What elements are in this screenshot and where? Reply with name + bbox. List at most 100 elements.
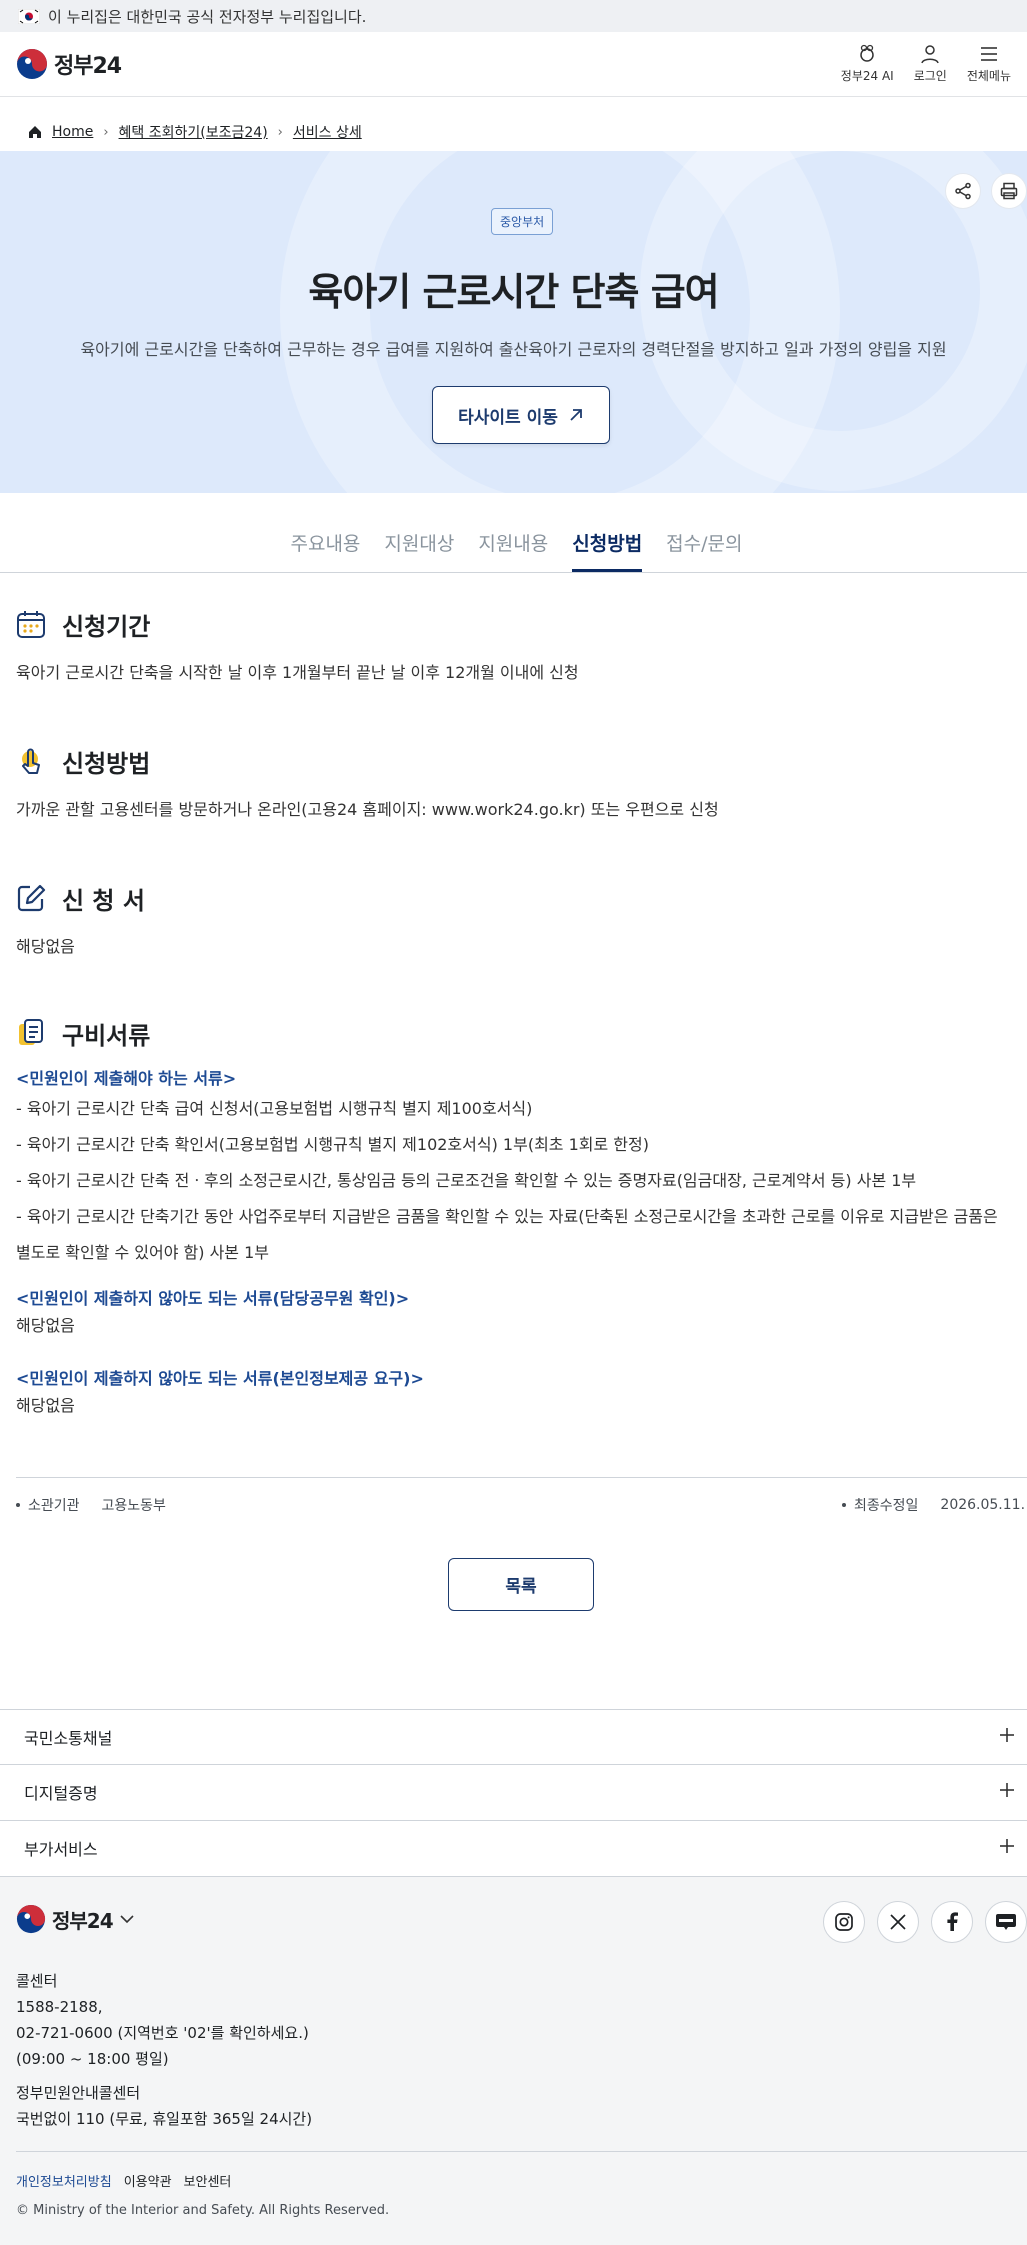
chevron-right-icon: › [277,124,283,140]
updated-label: 최종수정일 [854,1498,919,1514]
section-period: 신청기간 육아기 근로시간 단축을 시작한 날 이후 1개월부터 끝난 날 이후… [16,606,1027,686]
x-button[interactable] [877,1901,919,1943]
contact-line: (09:00 ~ 18:00 평일) [16,2050,169,2068]
accordion-communication-label: 국민소통채널 [24,1729,113,1748]
gov-logo-icon [16,1904,46,1934]
list-button[interactable]: 목록 [448,1558,594,1611]
agency-value: 고용노동부 [101,1498,166,1514]
tab-contact[interactable]: 접수/문의 [666,493,742,572]
copyright: © Ministry of the Interior and Safety. A… [16,2203,390,2218]
blog-button[interactable] [985,1901,1027,1943]
breadcrumb: Home › 혜택 조회하기(보조금24) › 서비스 상세 [28,122,362,142]
external-site-label: 타사이트 이동 [458,407,558,428]
external-site-button[interactable]: 타사이트 이동 [432,386,610,444]
contact-line: 국번없이 110 (무료, 휴일포함 365일 24시간) [16,2110,313,2128]
pointer-hand-icon [16,746,46,776]
breadcrumb-item-subsidy[interactable]: 혜택 조회하기(보조금24) [119,122,268,142]
home-icon [29,126,41,138]
header: 정부24 정부24 AI 로그인 전체메뉴 [0,32,1027,97]
terms-link[interactable]: 이용약관 [124,2171,172,2190]
agency-label: 소관기관 [28,1498,80,1514]
section-method: 신청방법 가까운 관할 고용센터를 방문하거나 온라인(고용24 홈페이지: w… [16,743,1027,823]
hero-banner: 중앙부처 육아기 근로시간 단축 급여 육아기에 근로시간을 단축하여 근무하는… [0,151,1027,493]
security-center-link[interactable]: 보안센터 [184,2171,232,2190]
footer-logo[interactable]: 정부24 [16,1904,135,1934]
ai-button[interactable]: 정부24 AI [841,44,894,84]
all-menu-label: 전체메뉴 [966,69,1011,83]
updated-value: 2026.05.11. [940,1497,1026,1513]
section-method-header: 신청방법 [16,743,1027,779]
list-item: 별도로 확인할 수 있어야 함) 사본 1부 [16,1243,270,1262]
x-icon [890,1914,906,1930]
ai-mascot-icon [860,44,874,62]
print-button[interactable] [991,173,1027,209]
chevron-right-icon: › [103,124,109,140]
contact-line: 02-721-0600 (지역번호 '02'를 확인하세요.) [16,2024,309,2042]
tab-main-content[interactable]: 주요내용 [290,493,360,572]
breadcrumb-item-detail[interactable]: 서비스 상세 [293,122,362,142]
section-tabs: 주요내용 지원대상 지원내용 신청방법 접수/문의 [0,493,1027,573]
accordion-extra-services-label: 부가서비스 [24,1840,98,1859]
breadcrumb-home[interactable]: Home [52,124,93,140]
ai-button-label: 정부24 AI [840,69,894,83]
gov-banner: 이 누리집은 대한민국 공식 전자정부 누리집입니다. [0,0,1027,32]
instagram-button[interactable] [823,1901,865,1943]
agency-info: 소관기관 고용노동부 [16,1495,166,1515]
korea-flag-icon [17,8,41,24]
section-form: 신 청 서 해당없음 [16,880,1027,960]
blog-icon [996,1914,1016,1930]
plus-icon [999,1838,1015,1858]
calendar-icon [16,609,46,639]
list-item: - 육아기 근로시간 단축 확인서(고용보험법 시행규칙 별지 제102호서식)… [16,1135,649,1154]
share-button[interactable] [945,173,981,209]
arrow-up-right-icon [570,409,582,421]
instagram-icon [835,1913,853,1931]
contact-line: 정부민원안내콜센터 [16,2084,141,2102]
hero-tools [945,173,1027,209]
tab-eligibility[interactable]: 지원대상 [384,493,454,572]
tab-support[interactable]: 지원내용 [478,493,548,572]
contact-info: 콜센터 1588-2188, 02-721-0600 (지역번호 '02'를 확… [16,1968,312,2132]
login-button[interactable]: 로그인 [914,44,947,84]
list-item: - 육아기 근로시간 단축기간 동안 사업주로부터 지급받은 금품을 확인할 수… [16,1207,998,1226]
ministry-badge: 중앙부처 [491,208,554,235]
updated-info: 최종수정일 2026.05.11. [842,1495,1025,1515]
logo[interactable]: 정부24 [16,48,122,80]
accordion-communication[interactable]: 국민소통채널 [0,1709,1027,1764]
accordion-digital-cert[interactable]: 디지털증명 [0,1764,1027,1819]
section-method-title: 신청방법 [62,749,151,778]
contact-line: 콜센터 [16,1972,58,1990]
accordion-extra-services[interactable]: 부가서비스 [0,1820,1027,1875]
contact-line: 1588-2188, [16,1998,103,2016]
privacy-policy-link[interactable]: 개인정보처리방침 [16,2171,112,2190]
required-docs-list: - 육아기 근로시간 단축 급여 신청서(고용보험법 시행규칙 별지 제100호… [16,1091,1027,1271]
footer-links: 개인정보처리방침 이용약관 보안센터 [16,2171,231,2190]
section-form-title: 신 청 서 [62,886,145,915]
section-period-title: 신청기간 [62,612,151,641]
facebook-icon [947,1912,958,1931]
section-documents-header: 구비서류 [16,1015,1027,1051]
bullet-icon [842,1503,846,1507]
user-icon [921,45,940,64]
list-item: - 육아기 근로시간 단축 급여 신청서(고용보험법 시행규칙 별지 제100호… [16,1099,533,1118]
section-method-body: 가까운 관할 고용센터를 방문하거나 온라인(고용24 홈페이지: www.wo… [16,800,719,819]
gov-logo-icon [17,49,47,79]
footer-divider [16,2151,1027,2152]
section-period-header: 신청기간 [16,606,1027,642]
print-icon [1000,182,1018,200]
tab-application[interactable]: 신청방법 [572,493,642,572]
logo-text: 정부24 [54,54,122,79]
share-icon [955,182,971,200]
gov-banner-text: 이 누리집은 대한민국 공식 전자정부 누리집입니다. [48,7,367,26]
required-docs-heading: <민원인이 제출해야 하는 서류> [16,1069,237,1088]
footer-logo-text: 정부24 [52,1908,114,1933]
section-documents-title: 구비서류 [62,1021,151,1050]
content-divider [16,1477,1027,1478]
edit-form-icon [16,883,46,913]
section-form-body: 해당없음 [16,937,75,956]
login-button-label: 로그인 [913,69,947,83]
all-menu-button[interactable]: 전체메뉴 [967,44,1011,84]
facebook-button[interactable] [931,1901,973,1943]
accordion-digital-cert-label: 디지털증명 [24,1784,98,1803]
plus-icon [999,1782,1015,1802]
